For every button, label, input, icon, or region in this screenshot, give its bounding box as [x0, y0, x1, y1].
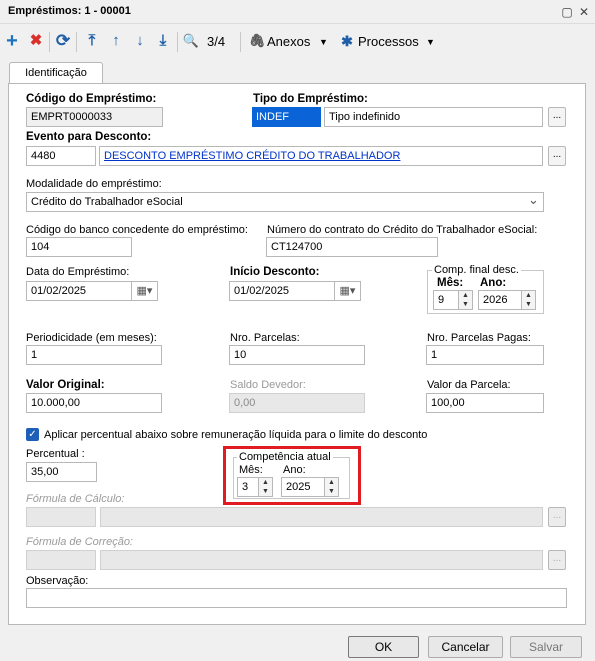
formula-calculo-description-field [100, 507, 543, 527]
calendar-icon[interactable]: ▦▾ [335, 281, 361, 301]
spin-up-icon[interactable]: ▲ [459, 291, 472, 300]
processes-menu[interactable]: Processos [358, 34, 419, 49]
percentual-field[interactable]: 35,00 [26, 462, 97, 482]
comp-final-mes-label: Mês: [437, 277, 464, 289]
inicio-desconto-label: Início Desconto: [230, 266, 320, 278]
chevron-down-icon[interactable]: ▼ [426, 37, 435, 47]
competencia-ano-field[interactable]: 2025 [281, 477, 325, 497]
toolbar: + ✖ ⟳ ⤒ ↑ ↓ ⤓ 🔍 3/4 🖇 Anexos ▼ ✱ Process… [0, 26, 595, 56]
data-emprestimo-field[interactable]: 01/02/2025 [26, 281, 132, 301]
window-title: Empréstimos: 1 - 00001 [8, 5, 131, 17]
evento-code-field[interactable]: 4480 [26, 146, 96, 166]
formula-calculo-lookup-button: ... [548, 507, 566, 527]
nro-parcelas-field[interactable]: 10 [229, 345, 365, 365]
valor-original-field[interactable]: 10.000,00 [26, 393, 162, 413]
numero-contrato-label: Número do contrato do Crédito do Trabalh… [267, 224, 538, 236]
chevron-down-icon[interactable]: ⌄ [528, 192, 539, 208]
tipo-label: Tipo do Empréstimo: [253, 93, 368, 105]
competencia-ano-label: Ano: [283, 464, 306, 476]
restore-icon[interactable]: ▢ [558, 3, 576, 21]
previous-record-icon[interactable]: ↑ [106, 31, 126, 51]
comp-final-ano-field[interactable]: 2026 [478, 290, 522, 310]
percentual-label: Percentual : [26, 448, 85, 460]
spin-down-icon[interactable]: ▼ [259, 487, 272, 496]
aplicar-percentual-checkbox[interactable]: ✓ [26, 428, 39, 441]
comp-final-mes-spinner[interactable]: ▲ ▼ [459, 290, 473, 310]
attachments-menu[interactable]: Anexos [267, 34, 310, 49]
modalidade-label: Modalidade do empréstimo: [26, 178, 162, 190]
formula-correcao-description-field [100, 550, 543, 570]
save-button[interactable]: Salvar [510, 636, 582, 658]
window-title-bar: Empréstimos: 1 - 00001 ▢ ✕ [0, 0, 595, 24]
refresh-icon[interactable]: ⟳ [53, 31, 73, 51]
spin-up-icon[interactable]: ▲ [259, 478, 272, 487]
tipo-description-field: Tipo indefinido [324, 107, 543, 127]
inicio-desconto-field[interactable]: 01/02/2025 [229, 281, 335, 301]
valor-parcela-label: Valor da Parcela: [427, 379, 511, 391]
periodicidade-field[interactable]: 1 [26, 345, 162, 365]
data-emprestimo-label: Data do Empréstimo: [26, 266, 130, 278]
evento-lookup-button[interactable]: ... [548, 146, 566, 166]
toolbar-separator [49, 32, 50, 52]
competencia-mes-spinner[interactable]: ▲ ▼ [259, 477, 273, 497]
competencia-ano-spinner[interactable]: ▲ ▼ [325, 477, 339, 497]
competencia-mes-field[interactable]: 3 [237, 477, 259, 497]
observacao-field[interactable] [26, 588, 567, 608]
nro-parcelas-pagas-label: Nro. Parcelas Pagas: [427, 332, 531, 344]
plus-icon[interactable]: + [2, 31, 22, 51]
nro-parcelas-pagas-field[interactable]: 1 [426, 345, 544, 365]
chevron-down-icon[interactable]: ▼ [319, 37, 328, 47]
spin-down-icon[interactable]: ▼ [522, 300, 535, 309]
first-record-icon[interactable]: ⤒ [82, 31, 102, 51]
saldo-devedor-field: 0,00 [229, 393, 365, 413]
toolbar-separator [177, 32, 178, 52]
tab-identificacao[interactable]: Identificação [9, 62, 103, 84]
codigo-label: Código do Empréstimo: [26, 93, 157, 105]
codigo-field[interactable]: EMPRT0000033 [26, 107, 163, 127]
calendar-icon[interactable]: ▦▾ [132, 281, 158, 301]
toolbar-separator [76, 32, 77, 52]
nro-parcelas-label: Nro. Parcelas: [230, 332, 300, 344]
codigo-banco-field[interactable]: 104 [26, 237, 132, 257]
next-record-icon[interactable]: ↓ [130, 31, 150, 51]
modalidade-select[interactable]: Crédito do Trabalhador eSocial [26, 192, 544, 212]
formula-correcao-code-field [26, 550, 96, 570]
periodicidade-label: Periodicidade (em meses): [26, 332, 157, 344]
formula-calculo-label: Fórmula de Cálculo: [26, 493, 125, 505]
cancel-button[interactable]: Cancelar [428, 636, 503, 658]
spin-down-icon[interactable]: ▼ [459, 300, 472, 309]
competencia-atual-title: Competência atual [237, 451, 333, 463]
codigo-banco-label: Código do banco concedente do empréstimo… [26, 224, 248, 236]
close-icon[interactable]: ✕ [575, 3, 593, 21]
valor-parcela-field[interactable]: 100,00 [426, 393, 544, 413]
toolbar-separator [240, 32, 241, 52]
gear-icon[interactable]: ✱ [337, 31, 357, 51]
tipo-code-field[interactable]: INDEF [252, 107, 321, 127]
comp-final-ano-spinner[interactable]: ▲ ▼ [522, 290, 536, 310]
spin-up-icon[interactable]: ▲ [325, 478, 338, 487]
competencia-mes-label: Mês: [239, 464, 263, 476]
comp-final-ano-label: Ano: [480, 277, 507, 289]
delete-x-icon[interactable]: ✖ [26, 31, 46, 51]
tipo-lookup-button[interactable]: ... [548, 107, 566, 127]
formula-correcao-lookup-button: ... [548, 550, 566, 570]
record-counter: 3/4 [207, 34, 226, 49]
aplicar-percentual-label: Aplicar percentual abaixo sobre remunera… [44, 429, 428, 441]
valor-original-label: Valor Original: [26, 379, 105, 391]
paperclip-icon[interactable]: 🖇 [247, 31, 267, 51]
search-icon[interactable]: 🔍 [181, 31, 201, 51]
comp-final-title: Comp. final desc. [432, 264, 521, 276]
ok-button[interactable]: OK [348, 636, 419, 658]
numero-contrato-field[interactable]: CT124700 [266, 237, 438, 257]
last-record-icon[interactable]: ⤓ [153, 31, 173, 51]
comp-final-mes-field[interactable]: 9 [433, 290, 459, 310]
formula-correcao-label: Fórmula de Correção: [26, 536, 133, 548]
spin-up-icon[interactable]: ▲ [522, 291, 535, 300]
observacao-label: Observação: [26, 575, 89, 587]
evento-description-link[interactable]: DESCONTO EMPRÉSTIMO CRÉDITO DO TRABALHAD… [99, 146, 543, 166]
saldo-devedor-label: Saldo Devedor: [230, 379, 306, 391]
formula-calculo-code-field [26, 507, 96, 527]
evento-label: Evento para Desconto: [26, 131, 152, 143]
spin-down-icon[interactable]: ▼ [325, 487, 338, 496]
